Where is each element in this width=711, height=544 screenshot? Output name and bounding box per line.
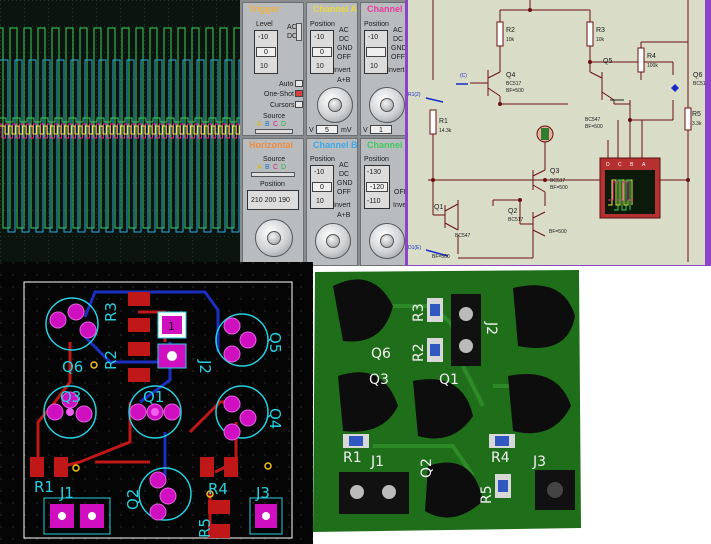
trace-a bbox=[0, 125, 240, 135]
one-shot-button[interactable] bbox=[295, 90, 303, 97]
pcb-q6-label: Q6 bbox=[62, 358, 83, 376]
horizontal-position-values: 210 200 190 bbox=[251, 197, 290, 204]
channel-a-knob-center bbox=[328, 98, 342, 112]
channel-b-position-spinner[interactable]: -10 0 10 bbox=[310, 165, 334, 209]
channel-c-position-spinner[interactable]: -10 10 bbox=[364, 30, 388, 74]
pcb-q1-label: Q1 bbox=[143, 388, 164, 406]
r1-ref: R1 bbox=[439, 118, 448, 125]
pcb-q5-label: Q5 bbox=[266, 332, 284, 353]
q2-ref: Q2 bbox=[508, 208, 518, 215]
channel-a-title: Channel A bbox=[313, 4, 358, 14]
r2-ref: R2 bbox=[506, 27, 515, 34]
q6-ref: Q6 bbox=[693, 72, 703, 79]
channel-b-title: Channel B bbox=[313, 140, 358, 150]
oscilloscope-display bbox=[0, 0, 240, 262]
pcb-r4-label: R4 bbox=[208, 480, 228, 498]
r4-ref: R4 bbox=[647, 53, 656, 60]
trigger-level-value: 0 bbox=[256, 47, 276, 57]
horizontal-source-slider[interactable] bbox=[251, 172, 295, 177]
pcb3d-q6-label: Q6 bbox=[371, 346, 391, 362]
horizontal-panel: Horizontal Source A B C D Position 210 2… bbox=[242, 138, 304, 266]
q3-ref: Q3 bbox=[550, 168, 560, 175]
pcb-layout-view: R3 R2 J2 Q5 Q4 Q6 Q3 Q1 R1 J1 Q2 R4 J3 R… bbox=[0, 262, 313, 544]
channel-b-knob-center bbox=[326, 234, 340, 248]
pcb-q3-label: Q3 bbox=[60, 388, 81, 406]
schematic-window: R2 10k R3 10k R4 100k R5 3.3k R1 14.3k Q… bbox=[405, 0, 711, 270]
pcb-r1-label: R1 bbox=[34, 478, 54, 496]
channel-a-position-spinner[interactable]: -10 0 10 bbox=[310, 30, 334, 74]
pcb-3d-canvas: R3 R2 J2 Q6 Q3 Q1 R1 J1 Q2 R4 J3 R5 bbox=[313, 270, 581, 532]
pcb-r3-label: R3 bbox=[102, 302, 120, 322]
oscilloscope-grid bbox=[0, 0, 240, 262]
pcb3d-j3-label: J3 bbox=[532, 454, 546, 470]
r5-ref: R5 bbox=[692, 111, 701, 118]
r4-value: 100k bbox=[647, 63, 658, 69]
pcb-r5-label: R5 bbox=[196, 518, 214, 538]
channel-c-title: Channel bbox=[367, 4, 403, 14]
trigger-coupling-switch[interactable] bbox=[296, 23, 302, 41]
pcb3d-r4-label: R4 bbox=[491, 450, 510, 466]
trigger-level-label: Level bbox=[256, 21, 273, 28]
auto-button[interactable] bbox=[295, 80, 303, 87]
pcb3d-j2-label: J2 bbox=[483, 321, 499, 335]
pcb-j1-label: J1 bbox=[59, 484, 74, 502]
pcb3d-q3-label: Q3 bbox=[369, 372, 389, 388]
channel-b-panel: Channel B Position -10 0 10 AC DC GND OF… bbox=[306, 138, 358, 266]
trigger-source-slider[interactable] bbox=[255, 129, 293, 134]
trigger-level-spinner[interactable]: -10 0 10 bbox=[254, 30, 278, 74]
channel-c-knob-center bbox=[380, 98, 394, 112]
pcb3d-q2-label: Q2 bbox=[419, 458, 435, 478]
pcb-3d-view: R3 R2 J2 Q6 Q3 Q1 R1 J1 Q2 R4 J3 R5 bbox=[313, 266, 711, 544]
channel-d-panel: Channel Position -130 -120 -110 OFF Inve… bbox=[360, 138, 406, 266]
horizontal-position-spinner[interactable]: 210 200 190 bbox=[247, 190, 299, 210]
pcb-j2-label: J2 bbox=[196, 359, 214, 374]
trigger-title: Trigger bbox=[249, 4, 280, 14]
r1-value: 14.3k bbox=[439, 128, 452, 134]
channel-d-position-spinner[interactable]: -130 -120 -110 bbox=[364, 165, 390, 209]
r2-value: 10k bbox=[506, 37, 515, 43]
pcb-r2-label: R2 bbox=[102, 350, 120, 370]
trace-b bbox=[0, 59, 240, 233]
r5-value: 3.3k bbox=[692, 121, 702, 127]
trigger-panel: Trigger Level -10 0 10 AC DC Auto One-Sh… bbox=[242, 2, 304, 136]
horizontal-knob-center bbox=[267, 231, 281, 245]
channel-a-volts-value: 5 bbox=[316, 125, 338, 134]
pcb3d-r3-label: R3 bbox=[411, 303, 427, 322]
channel-c-panel: Channel Position -10 10 AC DC GND OFF In… bbox=[360, 2, 406, 136]
pcb3d-j1-label: J1 bbox=[370, 454, 384, 470]
r3-value: 10k bbox=[596, 37, 605, 43]
pcb3d-q1-label: Q1 bbox=[439, 372, 459, 388]
oscilloscope-controls: Trigger Level -10 0 10 AC DC Auto One-Sh… bbox=[240, 0, 406, 268]
schematic-canvas: R2 10k R3 10k R4 100k R5 3.3k R1 14.3k Q… bbox=[408, 0, 705, 265]
pcb3d-r5-label: R5 bbox=[479, 485, 495, 504]
net-c-label: (C) bbox=[460, 73, 467, 79]
pcb-canvas: R3 R2 J2 Q5 Q4 Q6 Q3 Q1 R1 J1 Q2 R4 J3 R… bbox=[0, 262, 313, 544]
pcb3d-r1-label: R1 bbox=[343, 450, 362, 466]
net-d-label: D1(E) bbox=[408, 245, 422, 251]
pcb-q2-label: Q2 bbox=[124, 489, 142, 510]
q1-ref: Q1 bbox=[434, 204, 444, 211]
pcb3d-r2-label: R2 bbox=[411, 343, 427, 362]
net-r1-label: R1(2) bbox=[408, 92, 421, 98]
pcb-pin1-label: 1 bbox=[168, 320, 175, 333]
schematic-wires bbox=[425, 0, 692, 262]
cursors-button[interactable] bbox=[295, 101, 303, 108]
q5-ref: Q5 bbox=[603, 58, 613, 65]
channel-d-knob-center bbox=[380, 234, 394, 248]
horizontal-title: Horizontal bbox=[249, 140, 293, 150]
r3-ref: R3 bbox=[596, 27, 605, 34]
pcb-j3-label: J3 bbox=[255, 484, 270, 502]
q4-ref: Q4 bbox=[506, 72, 516, 79]
channel-d-title: Channel bbox=[367, 140, 403, 150]
channel-c-volts-value: 1 bbox=[370, 125, 392, 134]
channel-a-panel: Channel A Position -10 0 10 AC DC GND OF… bbox=[306, 2, 358, 136]
pcb-q4-label: Q4 bbox=[266, 408, 284, 429]
